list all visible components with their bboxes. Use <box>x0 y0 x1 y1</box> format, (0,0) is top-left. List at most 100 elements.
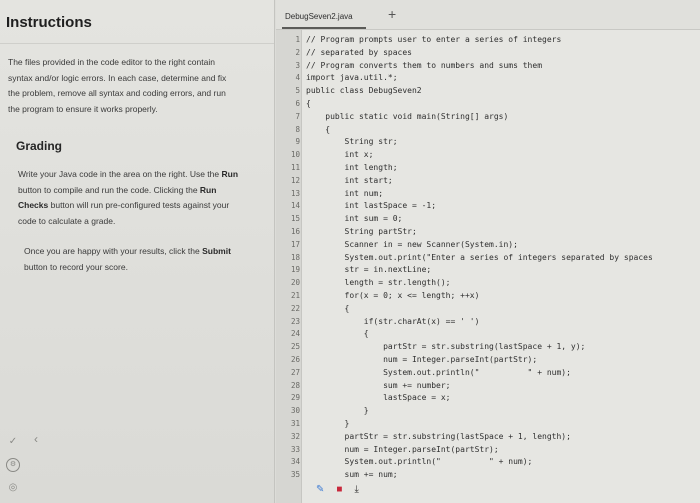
line-number: 11 <box>290 163 300 172</box>
line-number: 26 <box>290 355 300 364</box>
code-line[interactable]: int sum = 0; <box>306 214 403 223</box>
line-number: 29 <box>290 393 300 403</box>
line-number: 8 <box>295 124 300 134</box>
line-number: 23 <box>290 316 300 326</box>
code-line[interactable]: System.out.println(" " + num); <box>306 368 571 377</box>
code-line[interactable]: for(x = 0; x <= length; ++x) <box>306 291 480 300</box>
line-number: 33 <box>290 444 300 454</box>
instruction-line: Write your Java code in the area on the … <box>18 167 238 183</box>
code-line[interactable]: String str; <box>306 137 398 146</box>
tab-bar: DebugSeven2.java + <box>276 0 700 30</box>
code-line[interactable]: sum += num; <box>306 470 398 479</box>
line-number: 2 <box>295 47 300 57</box>
code-line[interactable]: { <box>306 99 311 108</box>
instruction-line: button to record your score. <box>24 260 231 276</box>
code-line[interactable]: Scanner in = new Scanner(System.in); <box>306 240 518 249</box>
bold-keyword: Checks <box>18 200 49 210</box>
code-line[interactable]: int lastSpace = -1; <box>306 201 437 210</box>
code-line[interactable]: public static void main(String[] args) <box>306 112 508 121</box>
line-number: 30 <box>290 406 300 416</box>
submit-paragraph: Once you are happy with your results, cl… <box>24 244 231 275</box>
code-line[interactable]: } <box>306 419 350 428</box>
instructions-paragraph: The files provided in the code editor to… <box>8 55 226 117</box>
record-icon[interactable]: ■ <box>336 484 342 495</box>
line-number: 16 <box>290 227 300 236</box>
line-number: 17 <box>290 239 300 249</box>
code-line[interactable]: num = Integer.parseInt(partStr); <box>306 355 537 364</box>
line-number: 27 <box>290 367 300 377</box>
line-number: 31 <box>290 419 300 428</box>
line-number: 7 <box>295 111 300 121</box>
line-number: 20 <box>290 278 300 288</box>
line-number: 4 <box>295 73 300 83</box>
line-number: 3 <box>295 60 300 70</box>
code-line[interactable]: num = Integer.parseInt(partStr); <box>306 445 499 454</box>
code-editor[interactable]: DebugSeven2.java + 1 2 3 4 5 6 7 8 9 10 11 12 13 14 15… <box>276 0 700 503</box>
tab-debugseven2-java[interactable]: DebugSeven2.java <box>282 7 366 29</box>
circle-icon[interactable]: ◎ <box>6 481 20 495</box>
code-line[interactable]: { <box>306 304 350 313</box>
instruction-text: Once you are happy with your results, cl… <box>24 246 203 256</box>
code-line[interactable]: int x; <box>306 150 374 159</box>
grading-paragraph: Write your Java code in the area on the … <box>18 167 238 229</box>
line-number: 14 <box>290 201 300 211</box>
bold-keyword: Run <box>199 184 217 195</box>
line-number: 32 <box>290 431 300 441</box>
instructions-panel: Instructions The files provided in the c… <box>0 0 275 503</box>
instruction-text: code to calculate a grade. <box>18 215 116 226</box>
side-icon-bar: ✓ ⚙ ◎ <box>6 435 22 503</box>
line-number: 6 <box>295 99 300 108</box>
code-line[interactable]: sum += number; <box>306 381 450 390</box>
line-number: 22 <box>290 303 300 313</box>
pen-icon[interactable]: ✎ <box>316 484 324 495</box>
code-line[interactable]: int length; <box>306 163 398 172</box>
line-number: 18 <box>290 252 300 262</box>
line-number: 12 <box>290 175 300 185</box>
code-line[interactable]: length = str.length(); <box>306 278 451 287</box>
code-line[interactable]: partStr = str.substring(lastSpace + 1, y… <box>306 342 585 351</box>
instruction-line: Once you are happy with your results, cl… <box>24 244 231 260</box>
bold-keyword: Run <box>221 169 239 179</box>
code-line[interactable]: int start; <box>306 176 393 185</box>
instruction-line: the problem, remove all syntax and codin… <box>8 88 226 98</box>
grading-heading: Grading <box>16 139 63 153</box>
code-line[interactable]: lastSpace = x; <box>306 393 450 402</box>
instruction-text: Write your Java code in the area on the … <box>18 169 222 179</box>
line-number: 34 <box>290 457 300 467</box>
line-number: 28 <box>290 380 300 390</box>
bottom-toolbar: ✎ ■ ⤓ <box>316 484 359 495</box>
settings-icon[interactable]: ⚙ <box>6 458 20 472</box>
line-number: 9 <box>295 137 300 147</box>
bold-keyword: Submit <box>202 246 231 256</box>
line-number: 1 <box>295 35 300 44</box>
code-line[interactable]: // Program converts them to numbers and … <box>306 61 542 70</box>
code-line[interactable]: if(str.charAt(x) == ' ') <box>306 317 480 326</box>
line-number: 15 <box>290 214 300 224</box>
line-number: 21 <box>290 291 300 300</box>
code-line[interactable]: partStr = str.substring(lastSpace + 1, l… <box>306 432 571 441</box>
code-area[interactable]: 1 2 3 4 5 6 7 8 9 10 11 12 13 14 15 16 17 18 19 20 21 22 23 24 2… <box>276 30 700 503</box>
code-line[interactable]: { <box>306 329 369 338</box>
add-tab-button[interactable]: + <box>388 6 396 22</box>
code-line[interactable]: // Program prompts user to enter a serie… <box>306 35 561 44</box>
instruction-text: button will run pre-configured tests aga… <box>48 200 230 210</box>
code-line[interactable]: System.out.print("Enter a series of inte… <box>306 253 653 262</box>
code-line[interactable]: import java.util.*; <box>306 73 398 82</box>
code-line[interactable]: public class DebugSeven2 <box>306 86 422 95</box>
code-line[interactable]: str = in.nextLine; <box>306 265 432 274</box>
instruction-line: button to compile and run the code. Clic… <box>18 183 238 199</box>
code-line[interactable]: { <box>306 125 330 134</box>
line-number: 19 <box>290 265 300 275</box>
download-icon[interactable]: ⤓ <box>354 484 358 495</box>
instruction-text: button to record your score. <box>24 261 128 272</box>
code-line[interactable]: // separated by spaces <box>306 48 412 57</box>
code-line[interactable]: int num; <box>306 189 384 198</box>
code-line[interactable]: } <box>306 406 369 415</box>
collapse-chevron-icon[interactable]: ‹ <box>34 432 38 446</box>
line-number: 13 <box>290 188 300 198</box>
instruction-line: Checks button will run pre-configured te… <box>18 198 238 214</box>
code-line[interactable]: System.out.println(" " + num); <box>306 457 533 466</box>
lightbulb-icon[interactable]: ✓ <box>6 435 20 449</box>
instruction-line: syntax and/or logic errors. In each case… <box>8 72 227 83</box>
code-line[interactable]: String partStr; <box>306 227 417 236</box>
